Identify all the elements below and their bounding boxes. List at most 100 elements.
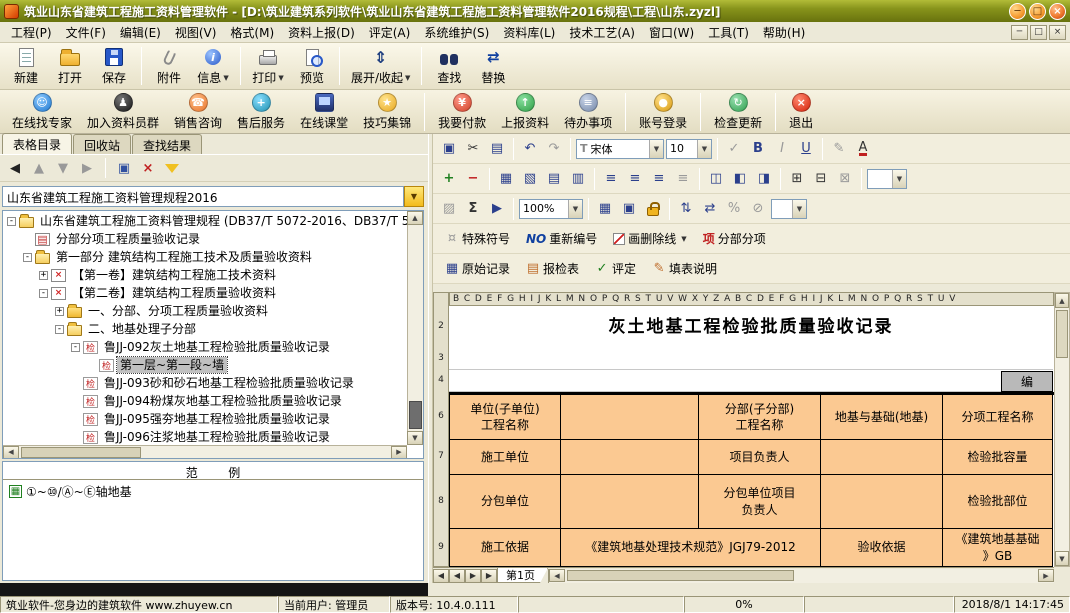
highlight-pen-icon[interactable]: ✎ [828, 139, 850, 159]
lock-icon[interactable] [642, 199, 664, 219]
save-button[interactable]: 保存 [93, 44, 135, 88]
delete-icon[interactable]: × [138, 158, 158, 178]
autosum-icon[interactable]: Σ [462, 199, 484, 219]
menu-project[interactable]: 工程(P) [4, 22, 59, 43]
forward-arrow-icon[interactable]: ▶ [77, 158, 97, 178]
tips-button[interactable]: ★ 技巧集锦 [357, 91, 417, 133]
border-style-select[interactable]: ▼ [867, 169, 907, 189]
collapse-icon[interactable] [7, 217, 16, 226]
tree-item[interactable]: × 【第二卷】建筑结构工程质量验收资料 [3, 284, 407, 302]
sales-consult-button[interactable]: ☎ 销售咨询 [168, 91, 228, 133]
sort-icon[interactable]: ⇅ [675, 199, 697, 219]
acceptance-basis-label-cell[interactable]: 验收依据 [821, 529, 943, 567]
subcontract-unit-value-cell[interactable] [561, 475, 699, 529]
menu-format[interactable]: 格式(M) [223, 22, 281, 43]
collapse-icon[interactable] [55, 325, 64, 334]
column-headers[interactable]: BCDEFGHIJKLMNOPQRSTUVWXYZABCDEFGHIJKLMNO… [449, 292, 1054, 306]
next-sheet-button[interactable]: ▶ [465, 569, 481, 583]
valign-bottom-icon[interactable]: ◨ [753, 169, 775, 189]
table-columns-icon[interactable]: ▥ [567, 169, 589, 189]
first-sheet-button[interactable]: ◀ [433, 569, 449, 583]
redo-icon[interactable]: ↷ [543, 139, 565, 159]
construction-unit-value-cell[interactable] [561, 440, 699, 475]
font-family-select[interactable]: T 宋体 ▼ [576, 139, 664, 159]
tree-item[interactable]: 二、地基处理子分部 [3, 320, 407, 338]
menu-file[interactable]: 文件(F) [59, 22, 113, 43]
document-horizontal-scrollbar[interactable]: ◀ ▶ [548, 569, 1054, 583]
check-update-button[interactable]: ↻ 检查更新 [708, 91, 768, 133]
mdi-close-button[interactable]: × [1049, 25, 1066, 40]
scroll-right-arrow-icon[interactable]: ▶ [1038, 569, 1054, 582]
upload-report-button[interactable]: ↑ 上报资料 [495, 91, 555, 133]
valign-top-icon[interactable]: ◫ [705, 169, 727, 189]
prev-sheet-button[interactable]: ◀ [449, 569, 465, 583]
empty-row[interactable] [449, 370, 1053, 392]
tree-item[interactable]: 检 鲁JJ-095强夯地基工程检验批质量验收记录 [3, 410, 407, 428]
align-left-icon[interactable]: ≡ [600, 169, 622, 189]
after-sales-button[interactable]: + 售后服务 [231, 91, 291, 133]
valign-middle-icon[interactable]: ◧ [729, 169, 751, 189]
minimize-button[interactable]: ─ [1009, 3, 1026, 20]
expand-icon[interactable] [55, 307, 64, 316]
renumber-button[interactable]: NO 重新编号 [519, 229, 604, 248]
document-title-cell[interactable]: 灰土地基工程检验批质量验收记录 [449, 306, 1053, 348]
expand-collapse-button[interactable]: ⇕ 展开/收起▼ [346, 44, 415, 88]
split-cells-icon[interactable]: ⊟ [810, 169, 832, 189]
mdi-restore-button[interactable]: □ [1030, 25, 1047, 40]
swap-icon[interactable]: ⇄ [699, 199, 721, 219]
inspection-form-button[interactable]: ▤ 报检表 [519, 258, 586, 280]
project-leader-value-cell[interactable] [821, 440, 943, 475]
menu-assess[interactable]: 评定(A) [362, 22, 418, 43]
merge-cells-icon[interactable]: ⊞ [786, 169, 808, 189]
attachment-button[interactable]: 附件 [148, 44, 190, 88]
example-item[interactable]: ▦ ①~⑩/Ⓐ~Ⓔ轴地基 [3, 480, 423, 503]
tab-table-catalog[interactable]: 表格目录 [2, 133, 72, 154]
row-header-8[interactable]: 8 [434, 496, 448, 506]
draw-strikeout-button[interactable]: 画删除线 ▼ [606, 229, 693, 248]
construction-unit-label-cell[interactable]: 施工单位 [449, 440, 561, 475]
todo-button[interactable]: ≡ 待办事项 [558, 91, 618, 133]
payment-button[interactable]: ¥ 我要付款 [432, 91, 492, 133]
align-justify-icon[interactable]: ≡ [672, 169, 694, 189]
menu-technology[interactable]: 技术工艺(A) [562, 22, 642, 43]
menu-window[interactable]: 窗口(W) [642, 22, 701, 43]
exit-button[interactable]: × 退出 [783, 91, 819, 133]
construction-basis-label-cell[interactable]: 施工依据 [449, 529, 561, 567]
assess-button[interactable]: ✓ 评定 [588, 258, 643, 280]
subcontract-leader-label-cell[interactable]: 分包单位项目 负责人 [699, 475, 821, 529]
tab-search-results[interactable]: 查找结果 [132, 134, 202, 154]
restore-button[interactable]: □ [1029, 3, 1046, 20]
fill-note-button[interactable]: ✎ 填表说明 [645, 258, 724, 280]
tree-item[interactable]: 山东省建筑工程施工资料管理规程 (DB37/T 5072-2016、DB37/T… [3, 212, 407, 230]
menu-tools[interactable]: 工具(T) [701, 22, 756, 43]
tree-item[interactable]: × 【第一卷】建筑结构工程施工技术资料 [3, 266, 407, 284]
zoom-select[interactable]: 100% ▼ [519, 199, 583, 219]
collapse-icon[interactable] [23, 253, 32, 262]
tree-item[interactable]: 检 鲁JJ-093砂和砂石地基工程检验批质量验收记录 [3, 374, 407, 392]
tree-vertical-scrollbar[interactable]: ▲ ▼ [407, 211, 423, 445]
scroll-left-arrow-icon[interactable]: ◀ [549, 569, 565, 582]
scrollbar-thumb[interactable] [409, 401, 422, 429]
collapse-icon[interactable] [71, 343, 80, 352]
italic-icon[interactable]: I [771, 139, 793, 159]
scroll-right-arrow-icon[interactable]: ▶ [391, 446, 407, 459]
subdivision-value-cell[interactable]: 地基与基础(地基) [821, 395, 943, 440]
grid-icon[interactable]: ▦ [594, 199, 616, 219]
bold-icon[interactable]: B [747, 139, 769, 159]
empty-row[interactable] [449, 348, 1053, 370]
row-header-9[interactable]: 9 [434, 542, 448, 552]
row-header-2[interactable]: 2 [434, 321, 448, 331]
row-header-3[interactable]: 3 [434, 353, 448, 363]
no-print-icon[interactable]: ⊘ [747, 199, 769, 219]
font-size-select[interactable]: 10 ▼ [666, 139, 712, 159]
mdi-minimize-button[interactable]: ─ [1011, 25, 1028, 40]
align-right-icon[interactable]: ≡ [648, 169, 670, 189]
image-icon[interactable]: ▣ [618, 199, 640, 219]
online-class-button[interactable]: 在线课堂 [294, 91, 354, 133]
scrollbar-thumb[interactable] [21, 447, 141, 458]
format-painter-icon[interactable]: ▨ [438, 199, 460, 219]
tree-item[interactable]: 检 鲁JJ-092灰土地基工程检验批质量验收记录 [3, 338, 407, 356]
document-vertical-scrollbar[interactable]: ▲ ▼ [1054, 292, 1070, 567]
subdivision-item-button[interactable]: 项 分部分项 [696, 229, 773, 248]
catalog-select[interactable]: 山东省建筑工程施工资料管理规程2016 [2, 186, 404, 207]
